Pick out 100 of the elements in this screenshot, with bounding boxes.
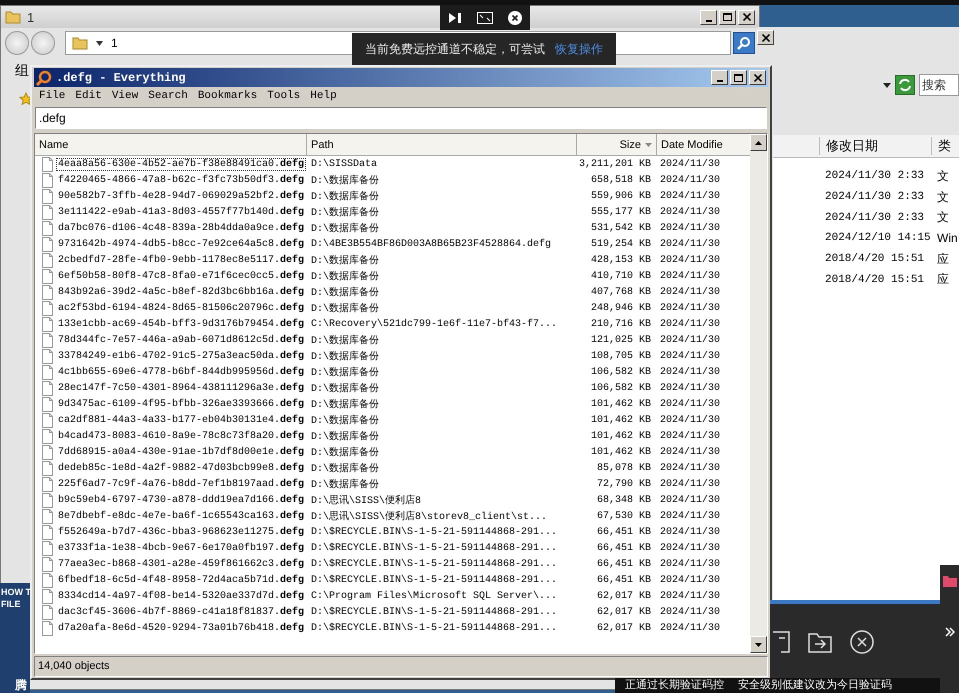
size-cell-text: 62,017 KB: [596, 590, 652, 602]
size-cell-text: 559,906 KB: [590, 190, 652, 202]
path-cell-text: C:\Program Files\Microsoft SQL Server\...: [310, 590, 558, 602]
size-cell-text: 658,518 KB: [590, 174, 652, 186]
notice-text: 当前免费远控通道不稳定，可尝试: [365, 40, 545, 58]
path-cell-text: D:\$RECYCLE.BIN\S-1-5-21-591144868-291...: [310, 606, 558, 618]
size-cell-text: 101,462 KB: [590, 414, 652, 426]
date-cell-text: 2024/11/30: [659, 286, 722, 298]
size-cell-text: 108,705 KB: [590, 350, 652, 362]
path-cell-text: D:\数据库备份: [310, 398, 380, 411]
type-cell-text: 文: [937, 168, 950, 185]
path-cell-text: D:\数据库备份: [310, 270, 380, 283]
path-cell-text: D:\$RECYCLE.BIN\S-1-5-21-591144868-291...: [310, 622, 558, 634]
size-cell-text: 66,451 KB: [596, 574, 652, 586]
date-cell-text: 2024/11/30: [659, 238, 722, 250]
date-cell-text: 2024/11/30: [659, 190, 722, 202]
path-cell-text: D:\$RECYCLE.BIN\S-1-5-21-591144868-291...: [310, 574, 558, 586]
path-cell-text: D:\思讯\SISS\便利店8\storev8_client\st...: [310, 510, 548, 523]
date-cell-text: 2018/4/20 15:51: [825, 274, 926, 286]
size-cell-text: 62,017 KB: [596, 622, 652, 634]
path-cell-text: D:\数据库备份: [310, 430, 380, 443]
path-cell-text: D:\思讯\SISS\便利店8: [310, 494, 422, 507]
date-cell-text: 2024/11/30: [659, 462, 722, 474]
size-cell-text: 428,153 KB: [590, 254, 652, 266]
path-cell-text: D:\数据库备份: [310, 366, 380, 379]
path-cell-text: D:\数据库备份: [310, 446, 380, 459]
size-cell-text: 66,451 KB: [596, 542, 652, 554]
date-cell-text: 2024/11/30: [659, 254, 722, 266]
date-cell-text: 2024/11/30: [659, 590, 722, 602]
date-cell-text: 2024/11/30 2:33: [825, 212, 926, 224]
date-cell-text: 2024/11/30: [659, 526, 722, 538]
path-cell-text: D:\$RECYCLE.BIN\S-1-5-21-591144868-291...: [310, 558, 558, 570]
date-cell-text: 2024/11/30: [659, 398, 722, 410]
remote-status-text: 正通过长期验证码控: [625, 678, 724, 693]
date-cell-text: 2024/11/30 2:33: [825, 170, 926, 182]
path-cell-text: D:\数据库备份: [310, 478, 380, 491]
size-cell-text: 66,451 KB: [596, 526, 652, 538]
size-cell-text: 62,017 KB: [596, 606, 652, 618]
date-cell-text: 2024/11/30: [659, 414, 722, 426]
date-cell-text: 2024/11/30: [659, 350, 722, 362]
path-cell-text: D:\数据库备份: [310, 222, 380, 235]
date-cell-text: 2024/11/30: [659, 622, 722, 634]
date-cell-text: 2024/11/30: [659, 174, 722, 186]
date-cell-text: 2024/11/30: [659, 430, 722, 442]
size-cell-text: 519,254 KB: [590, 238, 652, 250]
size-cell-text: 106,582 KB: [590, 366, 652, 378]
size-cell-text: 555,177 KB: [590, 206, 652, 218]
size-cell-text: 121,025 KB: [590, 334, 652, 346]
size-cell-text: 68,348 KB: [596, 494, 652, 506]
date-cell-text: 2024/11/30: [659, 206, 722, 218]
date-cell-text: 2024/11/30: [659, 574, 722, 586]
type-cell-text: 文: [937, 209, 950, 226]
path-cell-text: D:\数据库备份: [310, 462, 380, 475]
path-cell-text: C:\Recovery\521dc799-1e6f-11e7-bf43-f7...: [310, 318, 558, 330]
size-cell-text: 407,768 KB: [590, 286, 652, 298]
date-cell-text: 2024/11/30: [659, 222, 722, 234]
date-cell-text: 2024/11/30: [659, 302, 722, 314]
date-cell-text: 2024/11/30: [659, 446, 722, 458]
date-cell-text: 2024/11/30: [659, 478, 722, 490]
status-bar: 14,040 objects: [34, 656, 768, 677]
type-cell-text: 应: [937, 271, 950, 288]
window-title: .defg - Everything: [56, 70, 187, 84]
path-cell-text: D:\数据库备份: [310, 350, 380, 363]
size-cell-text: 106,582 KB: [590, 382, 652, 394]
path-cell-text: D:\$RECYCLE.BIN\S-1-5-21-591144868-291...: [310, 526, 558, 538]
path-cell-text: D:\数据库备份: [310, 190, 380, 203]
type-cell-text: 应: [937, 250, 950, 268]
date-cell-text: 2024/11/30: [659, 270, 722, 282]
date-cell-text: 2024/11/30: [659, 318, 722, 330]
size-cell-text: 531,542 KB: [590, 222, 652, 234]
path-cell-text: D:\4BE3B554BF86D003A8B65B23F4528864.defg: [310, 238, 552, 250]
date-cell-text: 2024/11/30: [659, 606, 722, 618]
remote-status-text: 安全级别低建议改为今日验证码: [738, 678, 892, 693]
date-cell-text: 2024/11/30: [659, 334, 722, 346]
date-cell-text: 2024/11/30: [659, 382, 722, 394]
path-cell-text: D:\数据库备份: [310, 382, 380, 395]
size-cell-text: 410,710 KB: [590, 270, 652, 282]
size-cell-text: 3,211,201 KB: [578, 158, 652, 170]
type-cell: Win: [937, 231, 959, 246]
date-cell-text: 2024/11/30: [659, 510, 722, 522]
path-cell-text: D:\数据库备份: [310, 302, 380, 315]
date-cell-text: 2018/4/20 15:51: [825, 253, 926, 266]
size-cell-text: 248,946 KB: [590, 302, 652, 314]
path-cell-text: D:\数据库备份: [310, 174, 380, 187]
path-cell-text: D:\SISSData: [310, 158, 378, 170]
date-cell-text: 2024/11/30: [659, 494, 722, 506]
size-cell-text: 210,716 KB: [590, 318, 652, 330]
path-cell-text: D:\数据库备份: [310, 334, 380, 347]
window-title: 1: [27, 10, 34, 24]
type-cell-text: 文: [937, 188, 950, 206]
date-cell-text: 2024/12/10 14:15: [825, 232, 932, 244]
path-cell-text: D:\数据库备份: [310, 286, 380, 299]
path-cell-text: D:\$RECYCLE.BIN\S-1-5-21-591144868-291...: [310, 542, 558, 554]
size-cell-text: 101,462 KB: [590, 446, 652, 458]
size-cell-text: 101,462 KB: [590, 430, 652, 442]
size-cell-text: 66,451 KB: [596, 558, 652, 570]
date-cell-text: 2024/11/30: [659, 542, 722, 554]
size-cell-text: 67,530 KB: [596, 510, 652, 522]
size-cell-text: 101,462 KB: [590, 398, 652, 410]
path-cell-text: D:\数据库备份: [310, 414, 380, 427]
